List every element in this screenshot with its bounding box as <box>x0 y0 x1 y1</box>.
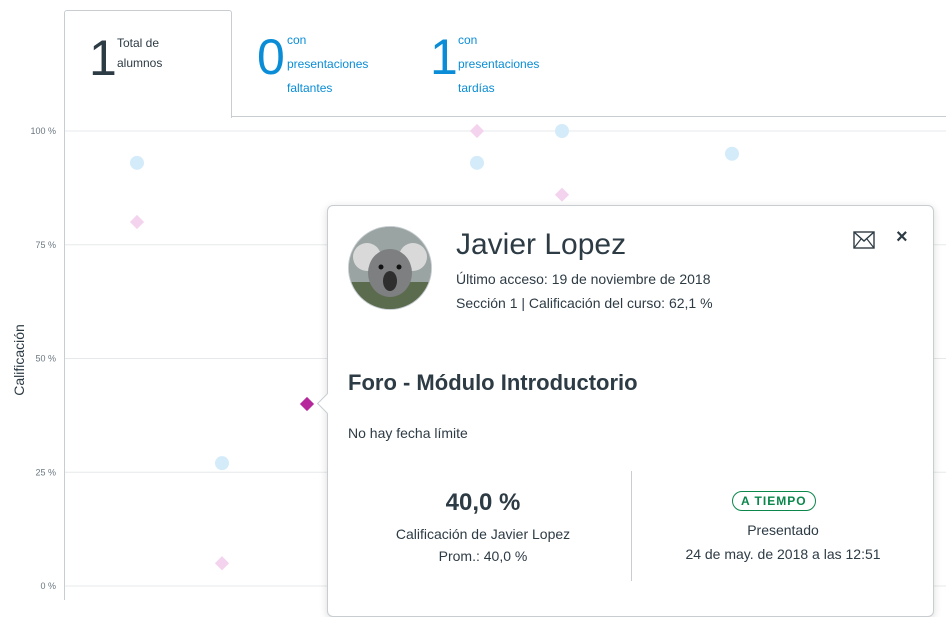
close-button[interactable]: × <box>896 226 908 249</box>
student-point[interactable] <box>554 187 570 202</box>
y-axis-label: Calificación <box>11 324 27 396</box>
submitted-date: 24 de may. de 2018 a las 12:51 <box>685 546 881 562</box>
popover-divider <box>631 471 632 581</box>
submission-point[interactable] <box>215 456 229 471</box>
assignment-title: Foro - Módulo Introductorio <box>348 370 638 395</box>
student-name: Javier Lopez <box>456 228 627 261</box>
last-access: Último acceso: 19 de noviembre de 2018 <box>456 271 711 287</box>
student-point[interactable] <box>214 556 230 571</box>
due-date: No hay fecha límite <box>348 425 468 441</box>
section-grade: Sección 1 | Calificación del curso: 62,1… <box>456 295 713 311</box>
koala-avatar-icon <box>349 227 431 309</box>
y-tick-label: 100 % <box>30 126 56 136</box>
status-badge: A TIEMPO <box>732 491 816 511</box>
student-point[interactable] <box>469 123 485 139</box>
average-score: Prom.: 40,0 % <box>438 548 528 564</box>
y-tick-label: 0 % <box>40 581 56 591</box>
student-popover: Javier Lopez Último acceso: 19 de noviem… <box>316 205 934 617</box>
student-point[interactable] <box>129 214 145 230</box>
y-tick-label: 50 % <box>35 354 56 364</box>
submitted-label: Presentado <box>747 522 819 538</box>
submission-point[interactable] <box>130 155 144 170</box>
message-icon[interactable] <box>853 231 875 249</box>
y-tick-label: 25 % <box>35 467 56 477</box>
selected-student-point[interactable] <box>299 396 315 412</box>
avatar <box>348 226 432 310</box>
submission-point[interactable] <box>555 124 569 138</box>
student-score: 40,0 % <box>445 489 521 516</box>
submission-point[interactable] <box>470 155 484 170</box>
score-label: Calificación de Javier Lopez <box>395 526 571 542</box>
y-tick-label: 75 % <box>35 240 56 250</box>
submission-point[interactable] <box>725 146 739 161</box>
